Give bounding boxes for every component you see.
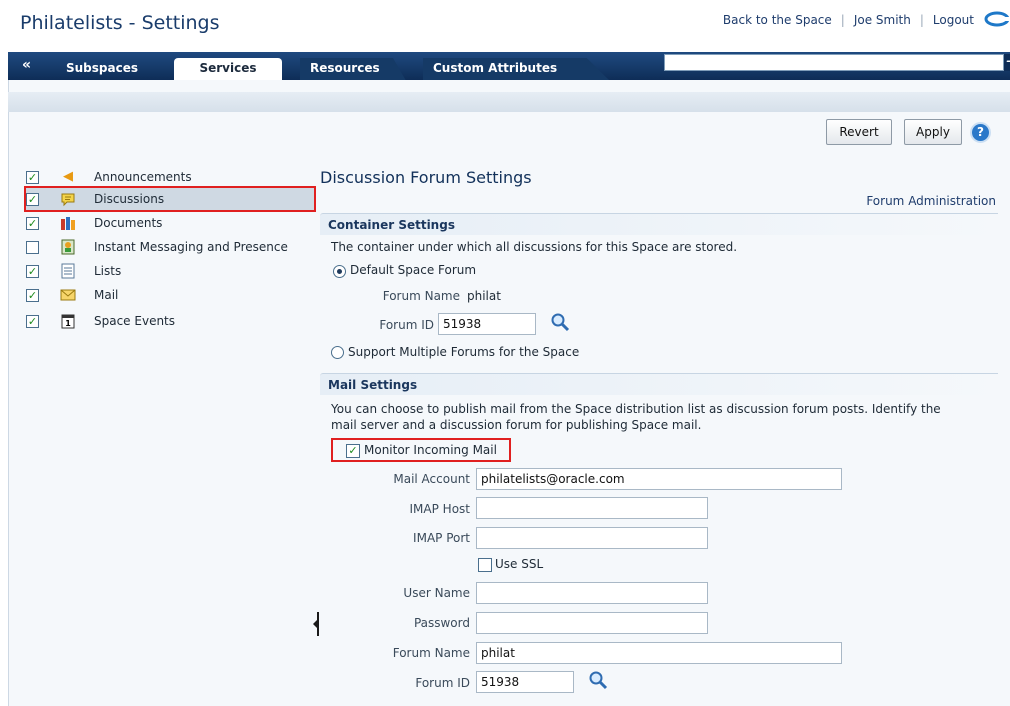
mail-description-line1: You can choose to publish mail from the …: [331, 402, 941, 416]
user-name-link[interactable]: Joe Smith: [854, 13, 911, 27]
separator: |: [840, 13, 845, 27]
sub-toolbar: [8, 92, 1010, 112]
imap-host-label: IMAP Host: [409, 502, 470, 516]
tab-custom-attributes[interactable]: Custom Attributes: [423, 58, 609, 80]
forum-administration-link[interactable]: Forum Administration: [866, 194, 996, 208]
calendar-icon: 1: [60, 313, 76, 329]
service-row-lists: ✓ Lists: [24, 260, 316, 282]
use-ssl-checkbox[interactable]: [478, 558, 492, 572]
monitor-incoming-mail-checkbox[interactable]: ✓: [346, 444, 360, 458]
service-checkbox[interactable]: ✓: [26, 217, 39, 230]
tab-services[interactable]: Services: [174, 58, 282, 80]
books-icon: [60, 215, 76, 231]
password-field[interactable]: [476, 612, 708, 634]
envelope-icon: [60, 287, 76, 303]
service-row-documents: ✓ Documents: [24, 212, 316, 234]
imap-port-label: IMAP Port: [413, 531, 470, 545]
container-settings-header: Container Settings: [320, 213, 998, 235]
service-label[interactable]: Mail: [94, 288, 118, 302]
forum-id-field[interactable]: 51938: [438, 313, 536, 335]
service-checkbox[interactable]: [26, 241, 39, 254]
tab-subspaces[interactable]: Subspaces: [56, 58, 148, 80]
user-name-field[interactable]: [476, 582, 708, 604]
multiple-forums-label[interactable]: Support Multiple Forums for the Space: [348, 345, 579, 359]
default-space-forum-radio[interactable]: [333, 265, 346, 278]
apply-button[interactable]: Apply: [904, 119, 962, 145]
oracle-logo-icon: [984, 11, 1010, 27]
search-icon[interactable]: [588, 670, 608, 690]
service-row-space-events: ✓ 1 Space Events: [24, 310, 316, 332]
service-row-announcements: ✓ ◀ Announcements: [24, 166, 316, 188]
mail-description-line2: mail server and a discussion forum for p…: [331, 418, 702, 432]
service-row-instant-messaging: Instant Messaging and Presence: [24, 236, 316, 258]
service-row-mail: ✓ Mail: [24, 284, 316, 306]
list-icon: [60, 263, 76, 279]
service-label[interactable]: Instant Messaging and Presence: [94, 240, 288, 254]
service-checkbox[interactable]: ✓: [26, 315, 39, 328]
revert-button[interactable]: Revert: [826, 119, 892, 145]
tab-resources[interactable]: Resources: [300, 58, 406, 80]
container-settings-title: Container Settings: [328, 218, 455, 232]
search-input[interactable]: [664, 54, 1004, 71]
service-checkbox[interactable]: ✓: [26, 171, 39, 184]
service-checkbox[interactable]: ✓: [26, 265, 39, 278]
mail-account-label: Mail Account: [393, 472, 470, 486]
monitor-incoming-mail-label[interactable]: Monitor Incoming Mail: [364, 443, 497, 457]
imap-host-field[interactable]: [476, 497, 708, 519]
back-to-space-link[interactable]: Back to the Space: [723, 13, 832, 27]
mail-forum-name-field[interactable]: philat: [476, 642, 842, 664]
selection-highlight: [24, 186, 316, 212]
default-space-forum-label[interactable]: Default Space Forum: [350, 263, 476, 277]
mail-forum-name-label: Forum Name: [392, 646, 470, 660]
splitter-handle-icon[interactable]: [313, 612, 319, 636]
forum-id-label: Forum ID: [379, 318, 434, 332]
page-title: Philatelists - Settings: [20, 12, 220, 34]
imap-port-field[interactable]: [476, 527, 708, 549]
megaphone-icon: ◀: [63, 169, 73, 184]
service-label[interactable]: Announcements: [94, 170, 192, 184]
use-ssl-label[interactable]: Use SSL: [495, 557, 543, 571]
forum-name-value: philat: [467, 289, 501, 303]
service-label[interactable]: Lists: [94, 264, 121, 278]
mail-account-field[interactable]: philatelists@oracle.com: [476, 468, 842, 490]
svg-text:1: 1: [65, 319, 71, 328]
password-label: Password: [413, 616, 470, 630]
mail-forum-id-label: Forum ID: [415, 676, 470, 690]
service-checkbox[interactable]: ✓: [26, 289, 39, 302]
user-name-label: User Name: [403, 586, 470, 600]
im-presence-icon: [60, 239, 76, 255]
arrow-right-icon[interactable]: ➜: [1004, 54, 1010, 71]
separator: |: [919, 13, 924, 27]
header-links: Back to the Space | Joe Smith | Logout: [723, 13, 974, 27]
section-title: Discussion Forum Settings: [320, 168, 532, 187]
service-label[interactable]: Space Events: [94, 314, 175, 328]
search-icon[interactable]: [550, 312, 570, 332]
service-label[interactable]: Documents: [94, 216, 162, 230]
collapse-chevron-icon[interactable]: «: [22, 57, 31, 73]
logout-link[interactable]: Logout: [933, 13, 974, 27]
mail-forum-id-field[interactable]: 51938: [476, 671, 574, 693]
mail-settings-header: Mail Settings: [320, 373, 998, 395]
container-description: The container under which all discussion…: [331, 240, 738, 254]
forum-name-label: Forum Name: [382, 289, 460, 303]
help-icon[interactable]: ?: [970, 122, 991, 143]
tab-bar: « Subspaces Services Resources Custom At…: [8, 52, 1010, 80]
mail-settings-title: Mail Settings: [328, 378, 418, 392]
multiple-forums-radio[interactable]: [331, 346, 344, 359]
